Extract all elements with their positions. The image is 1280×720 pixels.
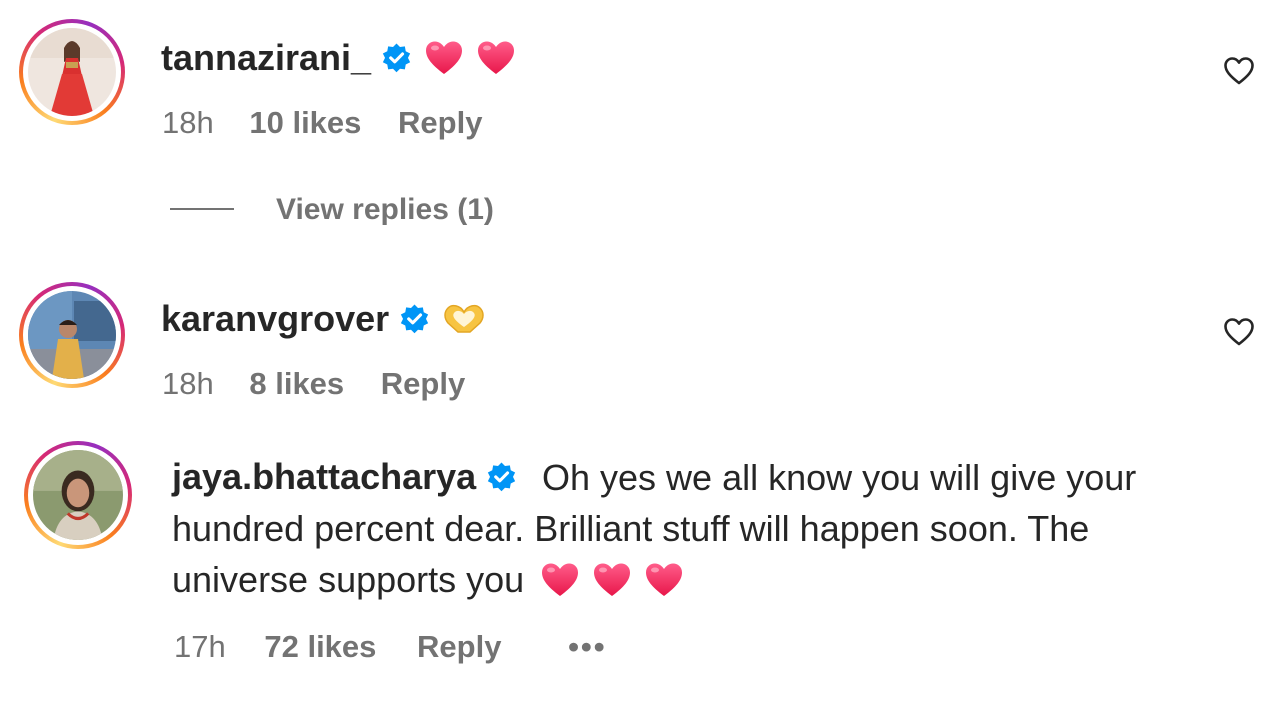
red-heart-icon bbox=[478, 41, 515, 74]
verified-badge-icon bbox=[401, 304, 429, 334]
red-heart-icon bbox=[426, 41, 463, 74]
heart-hands-icon bbox=[444, 304, 484, 333]
comment-header: karanvgrover bbox=[161, 294, 486, 344]
likes-count[interactable]: 10 likes bbox=[249, 105, 361, 141]
avatar-image bbox=[28, 28, 116, 116]
comment-meta: 17h 72 likes Reply ••• bbox=[174, 629, 607, 665]
more-options-button[interactable]: ••• bbox=[568, 629, 607, 665]
reply-button[interactable]: Reply bbox=[398, 105, 482, 141]
comment-meta: 18h 10 likes Reply bbox=[162, 105, 482, 141]
reply-button[interactable]: Reply bbox=[417, 629, 501, 665]
comment-text: Oh yes we all know you will give your hu… bbox=[172, 452, 1212, 605]
comment-header: tannazirani_ bbox=[161, 33, 516, 83]
comment-meta: 18h 8 likes Reply bbox=[162, 366, 465, 402]
likes-count[interactable]: 8 likes bbox=[249, 366, 344, 402]
avatar[interactable] bbox=[24, 441, 132, 549]
view-replies-button[interactable]: View replies (1) bbox=[170, 193, 494, 227]
avatar[interactable] bbox=[19, 19, 125, 125]
view-replies-label: View replies (1) bbox=[276, 193, 494, 226]
avatar-image bbox=[28, 291, 116, 379]
red-heart-icon bbox=[594, 563, 631, 596]
reply-thread-line bbox=[170, 208, 234, 210]
username[interactable]: karanvgrover bbox=[161, 298, 389, 339]
red-heart-icon bbox=[646, 563, 683, 596]
verified-badge-icon bbox=[382, 43, 411, 73]
avatar-image bbox=[33, 450, 123, 540]
avatar[interactable] bbox=[19, 282, 125, 388]
heart-outline-icon[interactable] bbox=[1223, 56, 1255, 86]
red-heart-icon bbox=[542, 563, 579, 596]
likes-count[interactable]: 72 likes bbox=[264, 629, 376, 665]
timestamp[interactable]: 17h bbox=[174, 629, 226, 665]
timestamp[interactable]: 18h bbox=[162, 366, 214, 402]
username[interactable]: tannazirani_ bbox=[161, 37, 371, 78]
timestamp[interactable]: 18h bbox=[162, 105, 214, 141]
reply-button[interactable]: Reply bbox=[381, 366, 465, 402]
heart-outline-icon[interactable] bbox=[1223, 317, 1255, 347]
